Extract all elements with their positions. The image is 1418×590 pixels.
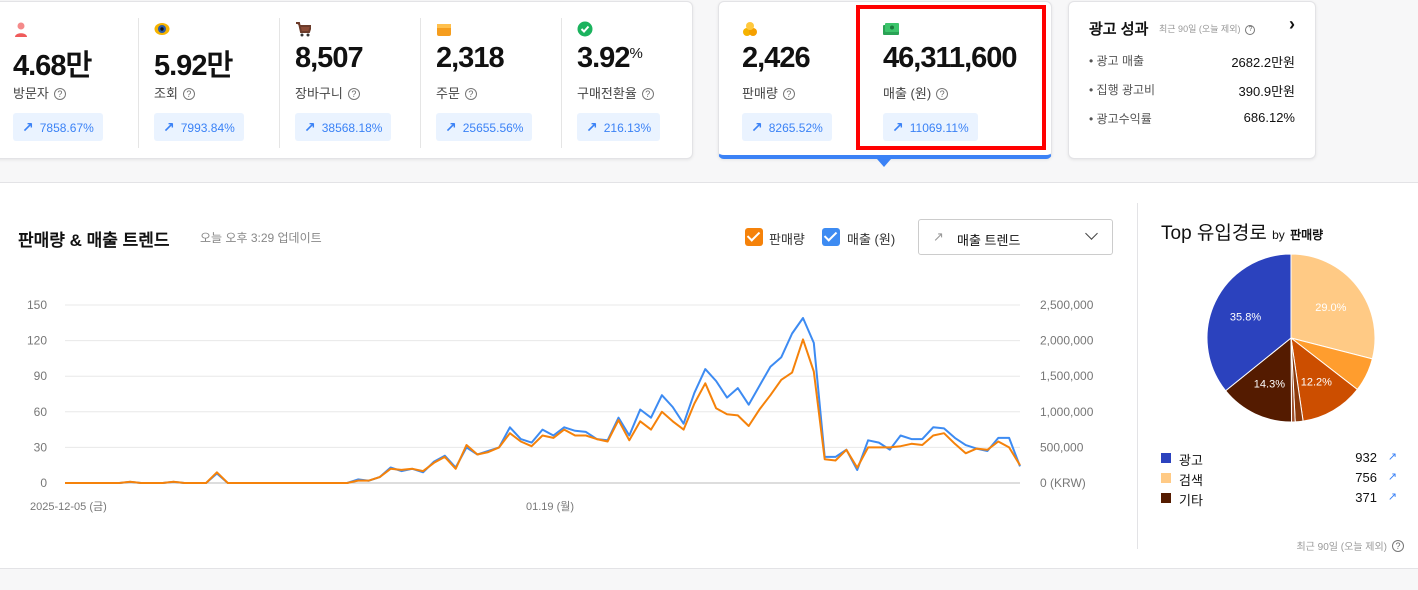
help-icon[interactable]: ? xyxy=(782,88,795,100)
ad-row: • 광고 매출 2682.2만원 xyxy=(1089,54,1295,70)
pie-label: 35.8% xyxy=(1230,311,1261,323)
left-tick-label: 60 xyxy=(34,405,48,419)
right-tick-label: 2,500,000 xyxy=(1040,298,1094,312)
legend-swatch xyxy=(1161,453,1171,463)
pie-label: 12.2% xyxy=(1301,377,1332,389)
stat-value: 5.92만 xyxy=(154,50,233,82)
help-icon[interactable]: ? xyxy=(182,88,195,100)
stat-label: 판매량? xyxy=(742,83,795,102)
pie-label: 29.0% xyxy=(1315,302,1346,314)
left-tick-label: 0 xyxy=(40,476,47,490)
stat-label: 주문? xyxy=(436,83,477,102)
left-tick-label: 120 xyxy=(27,334,47,348)
trend-icon: ↗ xyxy=(933,229,944,244)
trend-chart: 0 0 (KRW) 30 500,000 60 1,000,000 90 1,500,000 1… xyxy=(27,298,1094,513)
arrow-up-right-icon: ↗ xyxy=(586,119,598,135)
legend-swatch xyxy=(1161,493,1171,503)
help-icon[interactable]: ? xyxy=(53,88,66,100)
trend-title: 판매량 & 매출 트렌드 xyxy=(18,231,170,250)
change-badge: ↗ 216.13% xyxy=(577,113,661,141)
stat-label: 장바구니? xyxy=(295,83,360,102)
arrow-up-right-icon: ↗ xyxy=(163,119,175,135)
ad-row: • 광고수익률 686.12% xyxy=(1089,110,1295,126)
divider xyxy=(420,18,421,148)
arrow-up-right-icon: ↗ xyxy=(445,119,457,135)
ad-title: 광고 성과 xyxy=(1089,21,1149,38)
change-badge: ↗ 7858.67% xyxy=(13,113,103,141)
arrow-up-right-icon: ↗ xyxy=(304,119,316,135)
selected-tab-pointer xyxy=(877,159,891,167)
legend-item[interactable]: 광고 932 ↗ xyxy=(1161,450,1397,468)
arrow-up-right-icon: ↗ xyxy=(22,119,34,135)
sales-legend-label: 판매량 xyxy=(769,232,805,247)
arrow-up-right-icon: ↗ xyxy=(751,119,763,135)
external-link-icon: ↗ xyxy=(1387,491,1397,503)
x-tick-label: 2025-12-05 (금) xyxy=(30,501,107,513)
stat-value: 4.68만 xyxy=(13,50,92,82)
pie-label: 14.3% xyxy=(1254,379,1285,391)
ad-performance-card[interactable]: 광고 성과 최근 90일 (오늘 제외)? › • 광고 매출 2682.2만원 •… xyxy=(1068,1,1316,159)
updated-time: 오늘 오후 3:29 업데이트 xyxy=(200,231,322,245)
legend-item[interactable]: 검색 756 ↗ xyxy=(1161,470,1397,488)
change-badge: ↗ 38568.18% xyxy=(295,113,392,141)
sales-checkbox[interactable] xyxy=(745,228,763,246)
person-icon xyxy=(15,22,27,37)
stat-label: 조회? xyxy=(154,83,195,102)
stat-value: 8,507 xyxy=(295,42,364,74)
top-source-pie: 29.0% 12.2% 14.3% 35.8% xyxy=(1206,253,1376,423)
revenue-checkbox[interactable] xyxy=(822,228,840,246)
left-tick-label: 150 xyxy=(27,298,47,312)
right-tick-label: 0 (KRW) xyxy=(1040,476,1086,490)
right-tick-label: 500,000 xyxy=(1040,440,1084,454)
right-tick-label: 2,000,000 xyxy=(1040,334,1094,348)
left-tick-label: 30 xyxy=(34,440,48,454)
change-badge: ↗ 7993.84% xyxy=(154,113,244,141)
eye-icon xyxy=(154,23,170,35)
divider xyxy=(138,18,139,148)
external-link-icon: ↗ xyxy=(1387,471,1397,483)
right-tick-label: 1,000,000 xyxy=(1040,405,1094,419)
change-badge: ↗ 25655.56% xyxy=(436,113,533,141)
sales-line xyxy=(65,338,1021,484)
right-tick-label: 1,500,000 xyxy=(1040,369,1094,383)
top-source-footer: 최근 90일 (오늘 제외)? xyxy=(1296,538,1404,553)
external-link-icon: ↗ xyxy=(1387,451,1397,463)
revenue-line xyxy=(65,317,1021,484)
divider xyxy=(279,18,280,148)
cart-icon xyxy=(296,22,311,37)
help-icon[interactable]: ? xyxy=(641,88,654,100)
legend-item[interactable]: 기타 371 ↗ xyxy=(1161,490,1397,508)
chevron-right-icon[interactable]: › xyxy=(1289,14,1295,35)
x-tick-label: 01.19 (월) xyxy=(526,500,574,513)
box-icon xyxy=(437,24,451,36)
traffic-stats-card: 4.68만 방문자? ↗ 7858.67% 5.92만 조회? ↗ 7993.84%… xyxy=(0,1,693,159)
ad-subtitle: 최근 90일 (오늘 제외)? xyxy=(1159,22,1256,35)
divider xyxy=(561,18,562,148)
dropdown-value: 매출 트렌드 xyxy=(957,233,1021,248)
left-tick-label: 90 xyxy=(34,369,48,383)
revenue-legend-label: 매출 (원) xyxy=(847,232,896,247)
help-icon[interactable]: ? xyxy=(347,88,360,100)
stat-value: 3.92% xyxy=(577,42,643,74)
stat-value: 2,426 xyxy=(742,42,811,74)
stat-label: 구매전환율? xyxy=(577,83,654,102)
coins-icon xyxy=(743,22,757,36)
highlight-box xyxy=(856,5,1046,150)
trend-dropdown[interactable]: ↗ 매출 트렌드 xyxy=(918,219,1113,255)
help-icon[interactable]: ? xyxy=(464,88,477,100)
stat-label: 방문자? xyxy=(13,83,66,102)
section-divider xyxy=(1137,203,1138,549)
stat-value: 2,318 xyxy=(436,42,505,74)
check-icon xyxy=(577,21,593,37)
chevron-down-icon xyxy=(1085,227,1098,240)
legend-swatch xyxy=(1161,473,1171,483)
ad-row: • 집행 광고비 390.9만원 xyxy=(1089,83,1295,99)
change-badge: ↗ 8265.52% xyxy=(742,113,832,141)
